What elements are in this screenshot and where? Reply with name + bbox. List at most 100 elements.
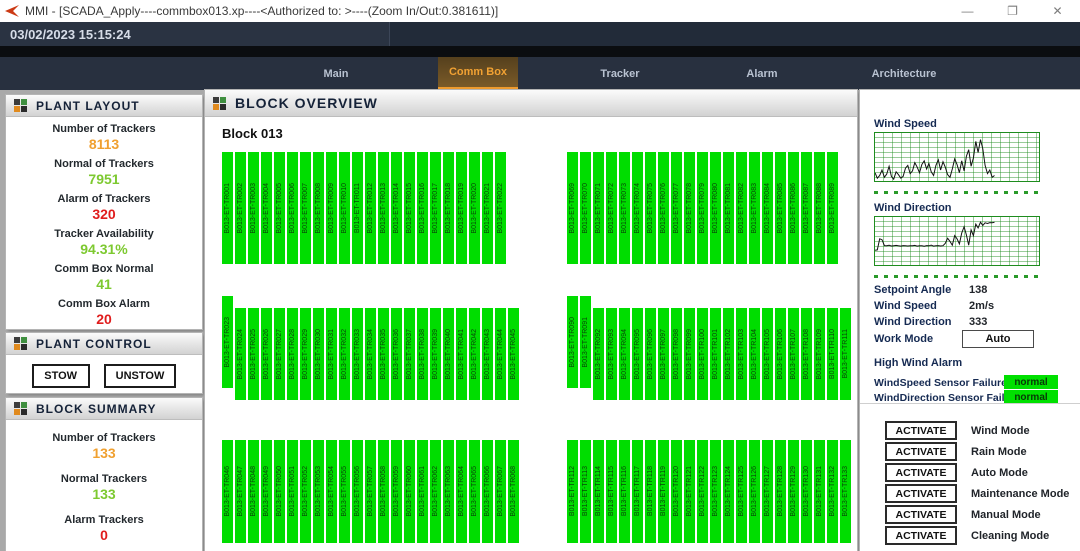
tracker-cell-B013-ET-TR056[interactable]: B013-ET-TR056: [352, 440, 363, 543]
tracker-cell-B013-ET-TR092[interactable]: B013-ET-TR092: [593, 308, 604, 400]
tracker-cell-B013-ET-TR048[interactable]: B013-ET-TR048: [248, 440, 259, 543]
tracker-cell-B013-ET-TR032[interactable]: B013-ET-TR032: [339, 308, 350, 400]
tracker-cell-B013-ET-TR070[interactable]: B013-ET-TR070: [580, 152, 591, 264]
tracker-cell-B013-ET-TR053[interactable]: B013-ET-TR053: [313, 440, 324, 543]
tracker-cell-B013-ET-TR064[interactable]: B013-ET-TR064: [456, 440, 467, 543]
tracker-cell-B013-ET-TR101[interactable]: B013-ET-TR101: [710, 308, 721, 400]
tracker-cell-B013-ET-TR109[interactable]: B013-ET-TR109: [814, 308, 825, 400]
activate-auto-mode-button[interactable]: ACTIVATE: [885, 463, 957, 482]
tracker-cell-B013-ET-TR091[interactable]: B013-ET-TR091: [580, 296, 591, 388]
tracker-cell-B013-ET-TR129[interactable]: B013-ET-TR129: [788, 440, 799, 543]
tracker-cell-B013-ET-TR068[interactable]: B013-ET-TR068: [508, 440, 519, 543]
tracker-cell-B013-ET-TR106[interactable]: B013-ET-TR106: [775, 308, 786, 400]
tracker-cell-B013-ET-TR117[interactable]: B013-ET-TR117: [632, 440, 643, 543]
tracker-cell-B013-ET-TR066[interactable]: B013-ET-TR066: [482, 440, 493, 543]
tab-comm-box[interactable]: Comm Box: [438, 57, 518, 90]
tracker-cell-B013-ET-TR059[interactable]: B013-ET-TR059: [391, 440, 402, 543]
tracker-cell-B013-ET-TR131[interactable]: B013-ET-TR131: [814, 440, 825, 543]
tracker-cell-B013-ET-TR084[interactable]: B013-ET-TR084: [762, 152, 773, 264]
tracker-cell-B013-ET-TR125[interactable]: B013-ET-TR125: [736, 440, 747, 543]
tracker-cell-B013-ET-TR044[interactable]: B013-ET-TR044: [495, 308, 506, 400]
tab-tracker[interactable]: Tracker: [580, 57, 660, 90]
tracker-cell-B013-ET-TR098[interactable]: B013-ET-TR098: [671, 308, 682, 400]
tracker-cell-B013-ET-TR099[interactable]: B013-ET-TR099: [684, 308, 695, 400]
tracker-cell-B013-ET-TR047[interactable]: B013-ET-TR047: [235, 440, 246, 543]
tracker-cell-B013-ET-TR024[interactable]: B013-ET-TR024: [235, 308, 246, 400]
tracker-cell-B013-ET-TR017[interactable]: B013-ET-TR017: [430, 152, 441, 264]
tracker-cell-B013-ET-TR054[interactable]: B013-ET-TR054: [326, 440, 337, 543]
tracker-cell-B013-ET-TR057[interactable]: B013-ET-TR057: [365, 440, 376, 543]
activate-rain-mode-button[interactable]: ACTIVATE: [885, 442, 957, 461]
tracker-cell-B013-ET-TR116[interactable]: B013-ET-TR116: [619, 440, 630, 543]
activate-cleaning-mode-button[interactable]: ACTIVATE: [885, 526, 957, 545]
tracker-cell-B013-ET-TR020[interactable]: B013-ET-TR020: [469, 152, 480, 264]
tracker-cell-B013-ET-TR016[interactable]: B013-ET-TR016: [417, 152, 428, 264]
tracker-cell-B013-ET-TR025[interactable]: B013-ET-TR025: [248, 308, 259, 400]
tracker-cell-B013-ET-TR123[interactable]: B013-ET-TR123: [710, 440, 721, 543]
tracker-cell-B013-ET-TR077[interactable]: B013-ET-TR077: [671, 152, 682, 264]
stow-button[interactable]: STOW: [32, 364, 90, 388]
tracker-cell-B013-ET-TR073[interactable]: B013-ET-TR073: [619, 152, 630, 264]
work-mode-select[interactable]: Auto: [962, 330, 1034, 348]
tracker-cell-B013-ET-TR100[interactable]: B013-ET-TR100: [697, 308, 708, 400]
tracker-cell-B013-ET-TR121[interactable]: B013-ET-TR121: [684, 440, 695, 543]
activate-maintenance-mode-button[interactable]: ACTIVATE: [885, 484, 957, 503]
tracker-cell-B013-ET-TR118[interactable]: B013-ET-TR118: [645, 440, 656, 543]
tracker-cell-B013-ET-TR010[interactable]: B013-ET-TR010: [339, 152, 350, 264]
tracker-cell-B013-ET-TR097[interactable]: B013-ET-TR097: [658, 308, 669, 400]
tracker-cell-B013-ET-TR081[interactable]: B013-ET-TR081: [723, 152, 734, 264]
tracker-cell-B013-ET-TR115[interactable]: B013-ET-TR115: [606, 440, 617, 543]
tracker-cell-B013-ET-TR132[interactable]: B013-ET-TR132: [827, 440, 838, 543]
tracker-cell-B013-ET-TR004[interactable]: B013-ET-TR004: [261, 152, 272, 264]
tracker-cell-B013-ET-TR007[interactable]: B013-ET-TR007: [300, 152, 311, 264]
tracker-cell-B013-ET-TR122[interactable]: B013-ET-TR122: [697, 440, 708, 543]
close-button[interactable]: ✕: [1035, 0, 1080, 22]
tracker-cell-B013-ET-TR085[interactable]: B013-ET-TR085: [775, 152, 786, 264]
tracker-cell-B013-ET-TR083[interactable]: B013-ET-TR083: [749, 152, 760, 264]
tracker-cell-B013-ET-TR041[interactable]: B013-ET-TR041: [456, 308, 467, 400]
tracker-cell-B013-ET-TR133[interactable]: B013-ET-TR133: [840, 440, 851, 543]
tracker-cell-B013-ET-TR096[interactable]: B013-ET-TR096: [645, 308, 656, 400]
unstow-button[interactable]: UNSTOW: [104, 364, 177, 388]
tracker-cell-B013-ET-TR022[interactable]: B013-ET-TR022: [495, 152, 506, 264]
tracker-cell-B013-ET-TR111[interactable]: B013-ET-TR111: [840, 308, 851, 400]
tracker-cell-B013-ET-TR130[interactable]: B013-ET-TR130: [801, 440, 812, 543]
tracker-cell-B013-ET-TR051[interactable]: B013-ET-TR051: [287, 440, 298, 543]
tracker-cell-B013-ET-TR120[interactable]: B013-ET-TR120: [671, 440, 682, 543]
tracker-cell-B013-ET-TR067[interactable]: B013-ET-TR067: [495, 440, 506, 543]
tracker-cell-B013-ET-TR069[interactable]: B013-ET-TR069: [567, 152, 578, 264]
tracker-cell-B013-ET-TR124[interactable]: B013-ET-TR124: [723, 440, 734, 543]
tracker-cell-B013-ET-TR030[interactable]: B013-ET-TR030: [313, 308, 324, 400]
tab-main[interactable]: Main: [296, 57, 376, 90]
tracker-cell-B013-ET-TR128[interactable]: B013-ET-TR128: [775, 440, 786, 543]
tracker-cell-B013-ET-TR046[interactable]: B013-ET-TR046: [222, 440, 233, 543]
minimize-button[interactable]: —: [945, 0, 990, 22]
tab-alarm[interactable]: Alarm: [722, 57, 802, 90]
tracker-cell-B013-ET-TR028[interactable]: B013-ET-TR028: [287, 308, 298, 400]
tracker-cell-B013-ET-TR071[interactable]: B013-ET-TR071: [593, 152, 604, 264]
tracker-cell-B013-ET-TR038[interactable]: B013-ET-TR038: [417, 308, 428, 400]
tracker-cell-B013-ET-TR001[interactable]: B013-ET-TR001: [222, 152, 233, 264]
tracker-cell-B013-ET-TR031[interactable]: B013-ET-TR031: [326, 308, 337, 400]
tracker-cell-B013-ET-TR061[interactable]: B013-ET-TR061: [417, 440, 428, 543]
tracker-cell-B013-ET-TR095[interactable]: B013-ET-TR095: [632, 308, 643, 400]
tracker-cell-B013-ET-TR029[interactable]: B013-ET-TR029: [300, 308, 311, 400]
tracker-cell-B013-ET-TR035[interactable]: B013-ET-TR035: [378, 308, 389, 400]
tracker-cell-B013-ET-TR126[interactable]: B013-ET-TR126: [749, 440, 760, 543]
tracker-cell-B013-ET-TR119[interactable]: B013-ET-TR119: [658, 440, 669, 543]
tracker-cell-B013-ET-TR112[interactable]: B013-ET-TR112: [567, 440, 578, 543]
tracker-cell-B013-ET-TR078[interactable]: B013-ET-TR078: [684, 152, 695, 264]
tracker-cell-B013-ET-TR009[interactable]: B013-ET-TR009: [326, 152, 337, 264]
tracker-cell-B013-ET-TR108[interactable]: B013-ET-TR108: [801, 308, 812, 400]
tracker-cell-B013-ET-TR104[interactable]: B013-ET-TR104: [749, 308, 760, 400]
activate-manual-mode-button[interactable]: ACTIVATE: [885, 505, 957, 524]
tracker-cell-B013-ET-TR114[interactable]: B013-ET-TR114: [593, 440, 604, 543]
tracker-cell-B013-ET-TR110[interactable]: B013-ET-TR110: [827, 308, 838, 400]
tracker-cell-B013-ET-TR065[interactable]: B013-ET-TR065: [469, 440, 480, 543]
tracker-cell-B013-ET-TR090[interactable]: B013-ET-TR090: [567, 296, 578, 388]
tracker-cell-B013-ET-TR050[interactable]: B013-ET-TR050: [274, 440, 285, 543]
tab-architecture[interactable]: Architecture: [864, 57, 944, 90]
tracker-cell-B013-ET-TR088[interactable]: B013-ET-TR088: [814, 152, 825, 264]
tracker-cell-B013-ET-TR089[interactable]: B013-ET-TR089: [827, 152, 838, 264]
tracker-cell-B013-ET-TR082[interactable]: B013-ET-TR082: [736, 152, 747, 264]
